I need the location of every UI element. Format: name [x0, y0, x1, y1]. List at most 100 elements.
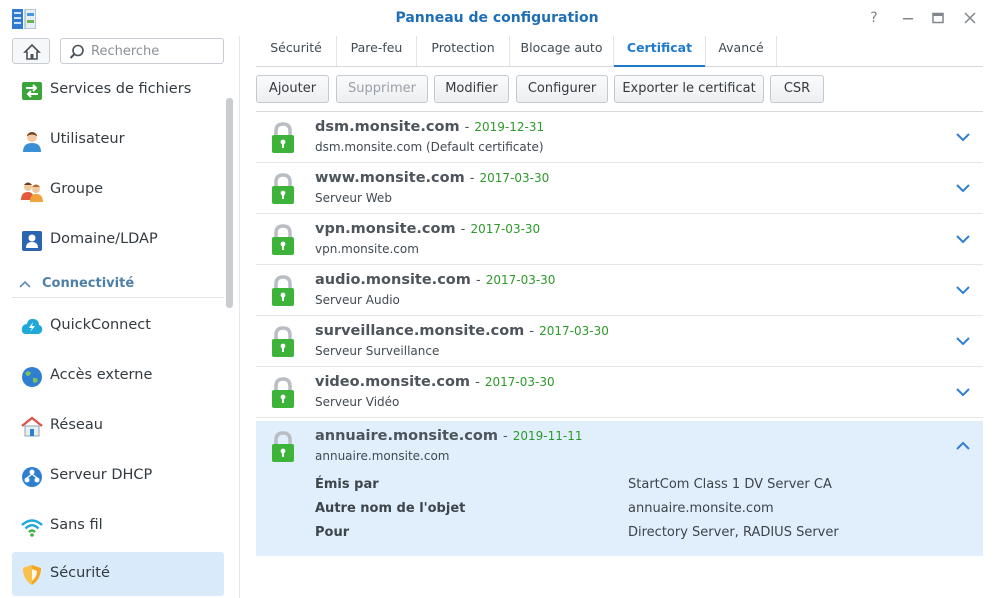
certificate-row[interactable]: audio.monsite.com - 2017-03-30 Serveur A… — [256, 265, 983, 316]
section-label: Connectivité — [42, 276, 135, 291]
section-connectivity[interactable]: Connectivité — [12, 274, 224, 298]
main-panel: Sécurité Pare-feu Protection Blocage aut… — [241, 36, 994, 598]
sidebar-item-label: Accès externe — [50, 367, 153, 383]
certificate-subject: vpn.monsite.com — [315, 242, 419, 256]
certificate-row[interactable]: surveillance.monsite.com - 2017-03-30 Se… — [256, 316, 983, 367]
chevron-down-icon[interactable] — [954, 332, 972, 350]
certificate-list: dsm.monsite.com - 2019-12-31 dsm.monsite… — [256, 111, 983, 559]
delete-button[interactable]: Supprimer — [336, 75, 428, 103]
configure-button[interactable]: Configurer — [516, 75, 608, 103]
csr-button[interactable]: CSR — [770, 75, 824, 103]
tab-advanced[interactable]: Avancé — [706, 36, 777, 66]
sidebar-item-label: Sécurité — [50, 565, 110, 581]
certificate-name: vpn.monsite.com - 2017-03-30 — [315, 221, 541, 237]
certificate-row[interactable]: video.monsite.com - 2017-03-30 Serveur V… — [256, 367, 983, 418]
subject-alt-name-label: Autre nom de l'objet — [315, 501, 466, 516]
add-button[interactable]: Ajouter — [256, 75, 329, 103]
issuer-value: StartCom Class 1 DV Server CA — [628, 477, 832, 492]
window-title: Panneau de configuration — [395, 10, 599, 26]
certificate-subject: Serveur Surveillance — [315, 344, 440, 358]
sidebar-item-label: Sans fil — [50, 517, 103, 533]
tab-security[interactable]: Sécurité — [256, 36, 337, 66]
user-icon — [23, 132, 41, 152]
lock-icon — [272, 377, 294, 408]
certificate-name: surveillance.monsite.com - 2017-03-30 — [315, 323, 609, 339]
network-icon — [21, 416, 43, 437]
usage-label: Pour — [315, 525, 350, 540]
chevron-down-icon[interactable] — [954, 128, 972, 146]
search-input[interactable] — [91, 42, 217, 60]
chevron-down-icon[interactable] — [954, 179, 972, 197]
issuer-label: Émis par — [315, 477, 379, 492]
chevron-down-icon[interactable] — [954, 383, 972, 401]
sidebar-item-group[interactable]: Groupe — [12, 168, 224, 212]
sidebar-item-wireless[interactable]: Sans fil — [12, 504, 224, 548]
sidebar-item-label: Utilisateur — [50, 131, 125, 147]
export-certificate-button[interactable]: Exporter le certificat — [614, 75, 764, 103]
certificate-name: audio.monsite.com - 2017-03-30 — [315, 272, 556, 288]
usage-value: Directory Server, RADIUS Server — [628, 525, 839, 540]
sidebar-item-dhcp-server[interactable]: Serveur DHCP — [12, 454, 224, 498]
sidebar-item-external-access[interactable]: Accès externe — [12, 354, 224, 398]
home-icon — [23, 43, 41, 60]
certificate-name: annuaire.monsite.com - 2019-11-11 — [315, 428, 583, 444]
security-icon — [23, 565, 41, 585]
search-icon — [69, 44, 84, 59]
chevron-up-icon — [18, 274, 32, 298]
lock-icon — [272, 224, 294, 255]
sidebar-item-label: Serveur DHCP — [50, 467, 153, 483]
certificate-row[interactable]: dsm.monsite.com - 2019-12-31 dsm.monsite… — [256, 112, 983, 163]
sidebar-item-label: QuickConnect — [50, 317, 151, 333]
quickconnect-icon — [21, 318, 43, 334]
chevron-down-icon[interactable] — [954, 230, 972, 248]
search-field[interactable] — [60, 38, 224, 64]
title-bar: Panneau de configuration ? — [0, 0, 994, 36]
dhcp-server-icon — [22, 467, 42, 487]
sidebar-item-quickconnect[interactable]: QuickConnect — [12, 304, 224, 348]
chevron-up-icon[interactable] — [954, 437, 972, 455]
tab-certificate[interactable]: Certificat — [614, 36, 706, 67]
certificate-name: video.monsite.com - 2017-03-30 — [315, 374, 555, 390]
sidebar-item-label: Domaine/LDAP — [50, 231, 158, 247]
certificate-name: www.monsite.com - 2017-03-30 — [315, 170, 550, 186]
lock-icon — [272, 431, 294, 462]
group-icon — [21, 182, 43, 202]
file-services-icon — [22, 82, 42, 100]
sidebar-item-user[interactable]: Utilisateur — [12, 118, 224, 162]
sidebar-item-label: Réseau — [50, 417, 103, 433]
tab-protection[interactable]: Protection — [417, 36, 510, 66]
lock-icon — [272, 122, 294, 153]
lock-icon — [272, 326, 294, 357]
subject-alt-name-value: annuaire.monsite.com — [628, 501, 774, 516]
tab-firewall[interactable]: Pare-feu — [337, 36, 417, 66]
sidebar-scrollbar[interactable] — [226, 98, 233, 308]
minimize-icon[interactable] — [899, 9, 917, 27]
external-access-icon — [22, 367, 42, 387]
certificate-name: dsm.monsite.com - 2019-12-31 — [315, 119, 545, 135]
home-button[interactable] — [12, 38, 50, 64]
sidebar-item-file-services[interactable]: Services de fichiers — [12, 68, 224, 112]
tab-auto-block[interactable]: Blocage auto — [510, 36, 614, 66]
sidebar-item-network[interactable]: Réseau — [12, 404, 224, 448]
wireless-icon — [21, 519, 43, 537]
domain-ldap-icon — [22, 231, 42, 251]
certificate-row[interactable]: www.monsite.com - 2017-03-30 Serveur Web — [256, 163, 983, 214]
sidebar-item-label: Services de fichiers — [50, 81, 192, 97]
sidebar-item-label: Groupe — [50, 181, 104, 197]
certificate-row-expanded[interactable]: annuaire.monsite.com - 2019-11-11 annuai… — [256, 421, 983, 556]
sidebar: Services de fichiers Utilisateur Groupe … — [0, 36, 240, 598]
modify-button[interactable]: Modifier — [434, 75, 509, 103]
sidebar-item-domain-ldap[interactable]: Domaine/LDAP — [12, 218, 224, 262]
certificate-row[interactable]: vpn.monsite.com - 2017-03-30 vpn.monsite… — [256, 214, 983, 265]
certificate-subject: annuaire.monsite.com — [315, 449, 450, 463]
lock-icon — [272, 173, 294, 204]
certificate-subject: Serveur Web — [315, 191, 392, 205]
close-icon[interactable] — [961, 9, 979, 27]
certificate-subject: Serveur Vidéo — [315, 395, 400, 409]
chevron-down-icon[interactable] — [954, 281, 972, 299]
lock-icon — [272, 275, 294, 306]
maximize-icon[interactable] — [929, 9, 947, 27]
sidebar-item-security[interactable]: Sécurité — [12, 552, 224, 596]
question-icon[interactable]: ? — [865, 9, 883, 27]
certificate-subject: Serveur Audio — [315, 293, 400, 307]
